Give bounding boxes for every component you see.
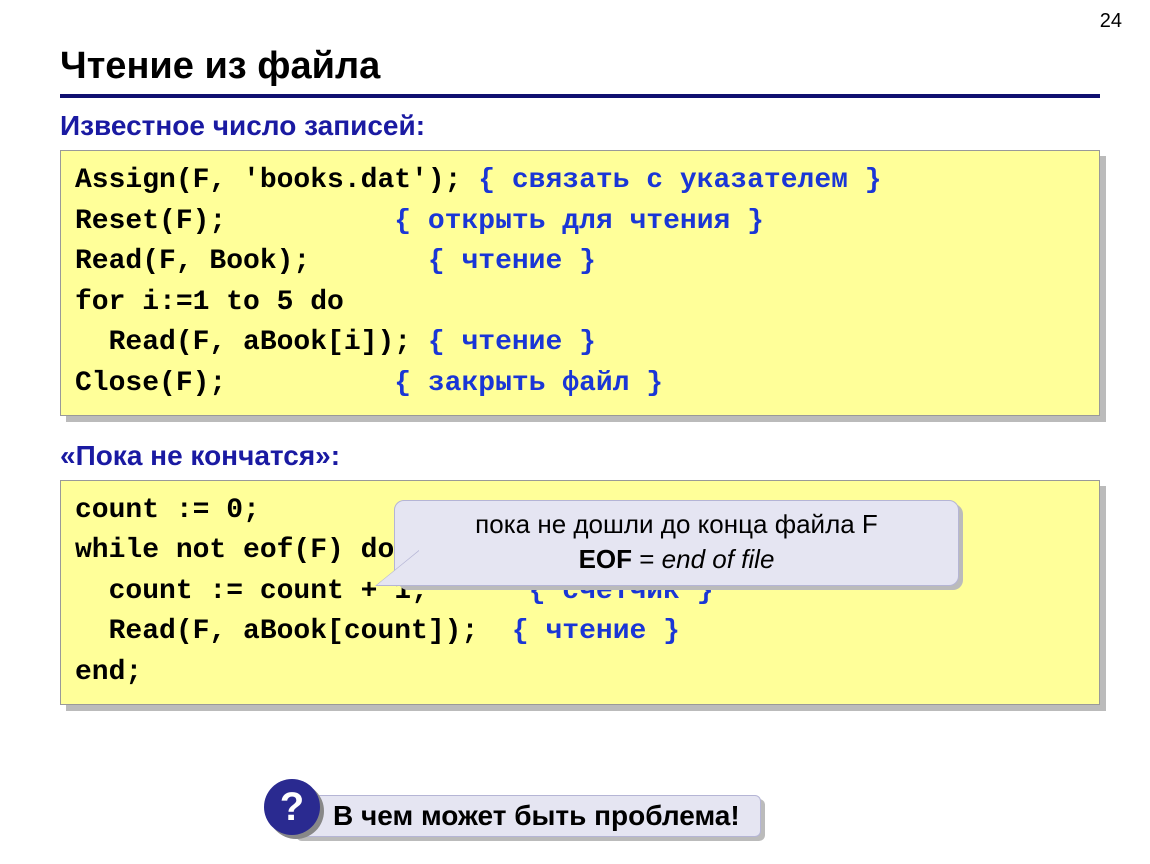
code1-l5: Read(F, aBook[i]); (75, 327, 428, 358)
slide-body: Чтение из файла Известное число записей:… (0, 0, 1150, 705)
callout-eq: = (632, 544, 662, 574)
code1-l3-comment: { чтение } (428, 246, 596, 277)
code1-l4: for i:=1 to 5 do (75, 287, 344, 318)
question-mark-icon: ? (264, 779, 320, 835)
code1-l2: Reset(F); (75, 206, 394, 237)
section1-heading: Известное число записей: (60, 110, 1100, 142)
code1-l5-comment: { чтение } (428, 327, 596, 358)
callout-line1: пока не дошли до конца файла F (409, 509, 944, 540)
callout-eof-meaning: end of file (662, 544, 775, 574)
code1-l1: Assign(F, 'books.dat'); (75, 165, 478, 196)
code2-l5: end; (75, 657, 142, 688)
code1-l6-comment: { закрыть файл } (394, 368, 663, 399)
code1-l2-comment: { открыть для чтения } (394, 206, 764, 237)
slide-title: Чтение из файла (60, 45, 1100, 88)
code2-l4: Read(F, aBook[count]); (75, 616, 512, 647)
question-callout: ? В чем может быть проблема! (292, 795, 761, 837)
code1-l6: Close(F); (75, 368, 394, 399)
page-number: 24 (1100, 10, 1122, 33)
code1-l3: Read(F, Book); (75, 246, 428, 277)
code1-l1-comment: { связать с указателем } (478, 165, 881, 196)
code2-l1: count := 0; (75, 495, 260, 526)
callout-line2: EOF = end of file (409, 544, 944, 575)
question-text: В чем может быть проблема! (292, 795, 761, 837)
code-block-1: Assign(F, 'books.dat'); { связать с указ… (60, 150, 1100, 416)
code2-l4-comment: { чтение } (512, 616, 680, 647)
title-rule (60, 94, 1100, 98)
callout-eof: EOF (579, 544, 632, 574)
eof-callout: пока не дошли до конца файла F EOF = end… (394, 500, 959, 586)
section2-heading: «Пока не кончатся»: (60, 440, 1100, 472)
callout-tail-fill (377, 551, 419, 585)
